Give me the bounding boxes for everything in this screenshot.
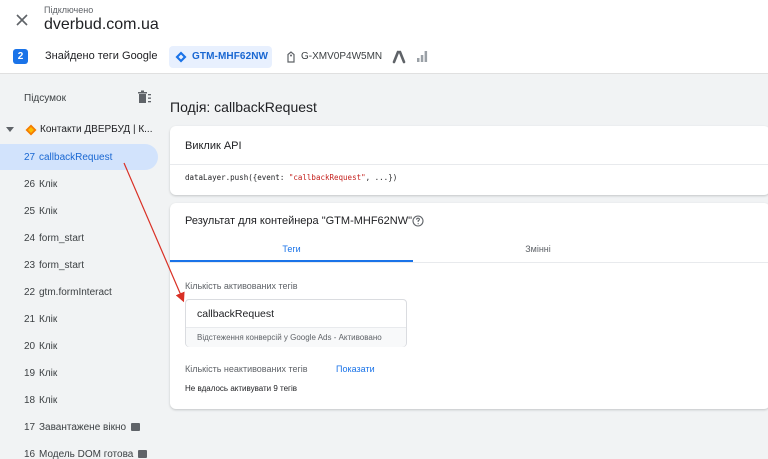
- event-number: 27: [24, 152, 36, 163]
- caret-down-icon[interactable]: [6, 127, 14, 133]
- container-id: GTM-MHF62NW: [192, 51, 269, 62]
- event-name: Клік: [39, 206, 58, 217]
- api-call-code: dataLayer.push({event: "callbackRequest"…: [185, 173, 397, 182]
- tag-bar: 2 Знайдено теги Google GTM-MHF62NW G-XMV…: [0, 40, 768, 74]
- api-call-card: Виклик API dataLayer.push({event: "callb…: [170, 126, 768, 195]
- found-tags-label: Знайдено теги Google: [45, 50, 158, 62]
- event-details: Подія: callbackRequest Виклик API dataLa…: [162, 74, 768, 459]
- event-number: 16: [24, 449, 36, 459]
- event-number: 17: [24, 422, 36, 433]
- sidebar-event-item[interactable]: 18 Клік: [0, 387, 158, 413]
- sidebar-event-item[interactable]: 17 Завантажене вікно: [0, 414, 158, 440]
- event-number: 25: [24, 206, 36, 217]
- fired-tag-card[interactable]: callbackRequest Відстеження конверсій у …: [185, 299, 407, 347]
- event-name: Клік: [39, 179, 58, 190]
- sidebar-event-item[interactable]: 20 Клік: [0, 333, 158, 359]
- connected-domain: dverbud.com.ua: [44, 16, 159, 33]
- gtm-diamond-icon: [175, 51, 187, 63]
- top-bar: Підключено dverbud.com.ua: [0, 0, 768, 40]
- result-heading: Результат для контейнера "GTM-MHF62NW": [185, 215, 413, 227]
- event-name: form_start: [39, 260, 85, 271]
- api-call-heading: Виклик API: [185, 140, 242, 152]
- code-event-string: "callbackRequest": [288, 173, 366, 182]
- tag-count-badge: 2: [13, 49, 28, 64]
- event-name: Клік: [39, 341, 58, 352]
- failed-tags-text: Не вдалось активувати 9 тегів: [185, 384, 297, 393]
- code-prefix: dataLayer.push({event:: [185, 173, 289, 182]
- tab-tags[interactable]: Теги: [170, 236, 413, 262]
- event-name: Завантажене вікно: [39, 422, 127, 433]
- event-number: 21: [24, 314, 36, 325]
- divider: [170, 164, 768, 165]
- sidebar-event-item[interactable]: 16 Модель DOM готова: [0, 441, 158, 459]
- sidebar-event-item[interactable]: 19 Клік: [0, 360, 158, 386]
- container-label: Контакти ДВЕРБУД | К...: [40, 124, 153, 135]
- ga-tag-icon: [287, 51, 295, 63]
- page-event-icon: [131, 423, 140, 431]
- active-tab-indicator: [170, 260, 413, 262]
- connection-status: Підключено: [44, 5, 94, 15]
- event-number: 26: [24, 179, 36, 190]
- container-chip-gtm[interactable]: GTM-MHF62NW: [169, 46, 272, 68]
- event-name: gtm.formInteract: [39, 287, 112, 298]
- google-ads-icon[interactable]: [392, 50, 406, 64]
- gtm-diamond-icon: [25, 124, 37, 136]
- show-not-fired-link[interactable]: Показати: [336, 364, 375, 374]
- summary-heading: Підсумок: [24, 93, 66, 104]
- event-number: 19: [24, 368, 36, 379]
- sidebar-event-item[interactable]: 21 Клік: [0, 306, 158, 332]
- event-name: Клік: [39, 395, 58, 406]
- event-number: 24: [24, 233, 36, 244]
- event-name: Клік: [39, 368, 58, 379]
- close-icon[interactable]: [12, 10, 32, 30]
- event-name: Модель DOM готова: [39, 449, 134, 459]
- container-id: G-XMV0P4W5MN: [301, 51, 383, 62]
- help-icon[interactable]: [412, 215, 424, 227]
- sidebar-event-item[interactable]: 22 gtm.formInteract: [0, 279, 158, 305]
- event-name: form_start: [39, 233, 85, 244]
- event-name: callbackRequest: [39, 152, 113, 163]
- tag-detail-footer: Відстеження конверсій у Google Ads - Акт…: [186, 327, 406, 347]
- container-chip-ga[interactable]: G-XMV0P4W5MN: [282, 46, 387, 68]
- tag-detail: Відстеження конверсій у Google Ads - Акт…: [197, 333, 382, 342]
- event-number: 20: [24, 341, 36, 352]
- container-tree-item[interactable]: Контакти ДВЕРБУД | К...: [6, 122, 162, 140]
- fired-tags-heading: Кількість активованих тегів: [185, 281, 298, 291]
- delete-sweep-icon[interactable]: [137, 90, 152, 105]
- container-result-card: Результат для контейнера "GTM-MHF62NW" Т…: [170, 203, 768, 409]
- event-sidebar: Підсумок Контакти ДВЕРБУД | К... 27 call…: [0, 74, 162, 459]
- event-number: 18: [24, 395, 36, 406]
- sidebar-event-item[interactable]: 23 form_start: [0, 252, 158, 278]
- not-fired-tags-heading: Кількість неактивованих тегів: [185, 364, 308, 374]
- tag-name: callbackRequest: [197, 308, 275, 320]
- tab-divider: [170, 262, 768, 263]
- event-name: Клік: [39, 314, 58, 325]
- sidebar-event-item[interactable]: 26 Клік: [0, 171, 158, 197]
- code-suffix: , ...}): [365, 173, 398, 182]
- sidebar-event-callbackrequest[interactable]: 27 callbackRequest: [0, 144, 158, 170]
- event-number: 22: [24, 287, 36, 298]
- event-number: 23: [24, 260, 36, 271]
- sidebar-event-item[interactable]: 25 Клік: [0, 198, 158, 224]
- analytics-icon[interactable]: [415, 49, 429, 63]
- page-event-icon: [138, 450, 147, 458]
- page-title: Подія: callbackRequest: [170, 99, 317, 115]
- tab-variables[interactable]: Змінні: [413, 236, 663, 262]
- sidebar-event-item[interactable]: 24 form_start: [0, 225, 158, 251]
